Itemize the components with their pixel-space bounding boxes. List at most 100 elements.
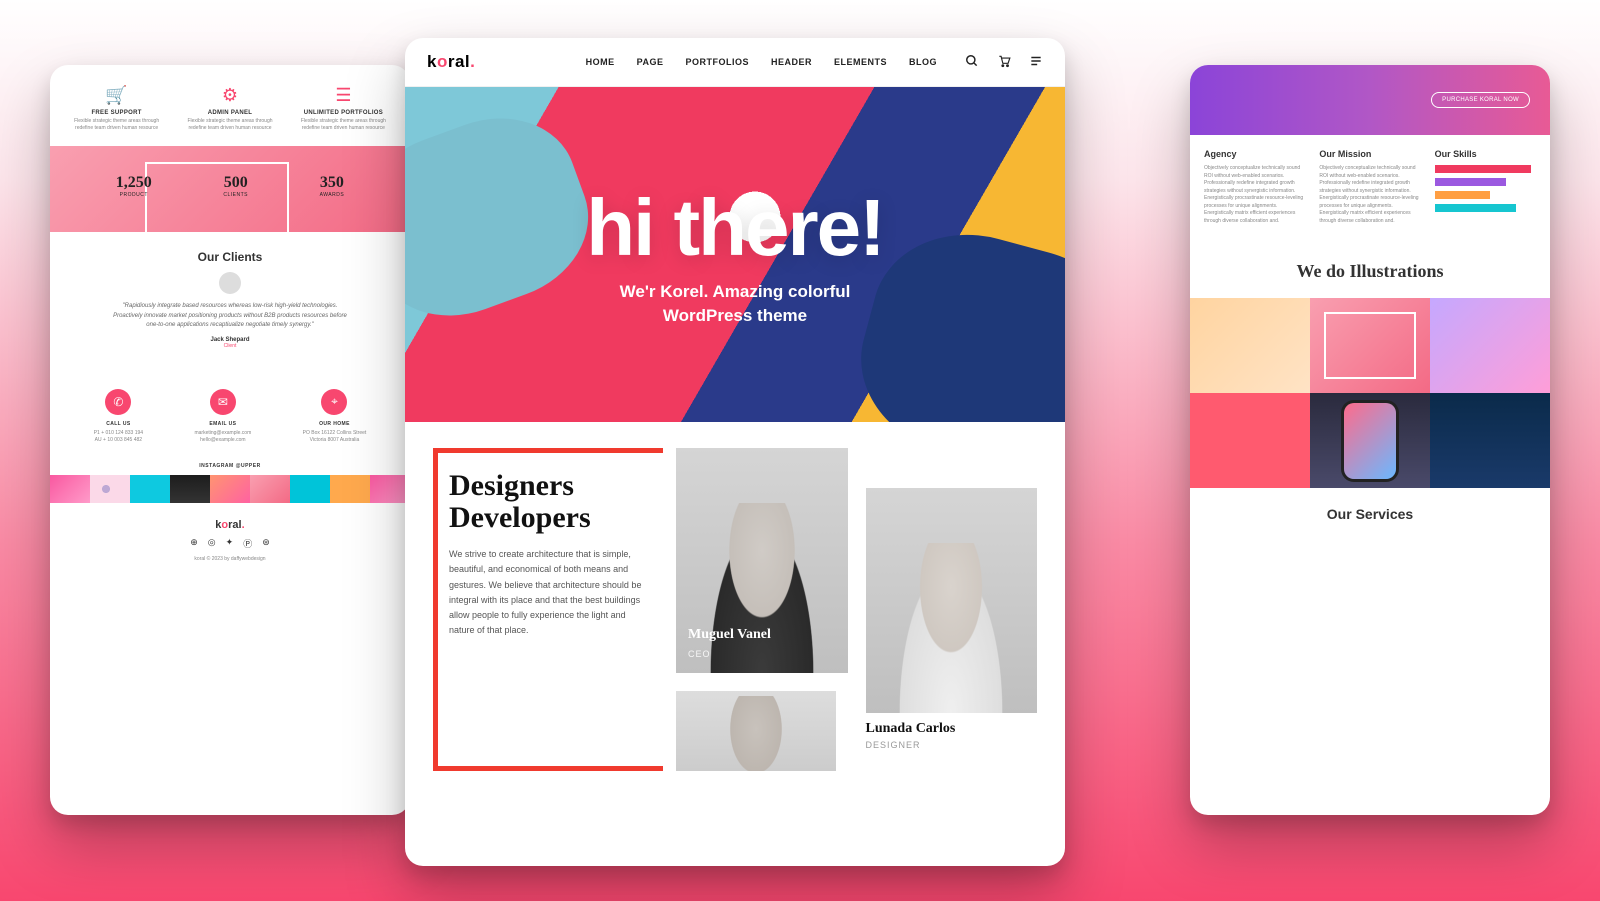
nav-home[interactable]: HOME xyxy=(586,57,615,67)
logo[interactable]: koral. xyxy=(427,52,475,72)
nav-links: HOME PAGE PORTFOLIOS HEADER ELEMENTS BLO… xyxy=(586,57,937,67)
cart-icon: 🛒 xyxy=(68,85,165,106)
facebook-icon[interactable]: ⊕ xyxy=(190,537,198,550)
stat-lbl: CLIENTS xyxy=(223,192,248,198)
search-icon[interactable] xyxy=(965,54,979,71)
stat-product: 1,250 PRODUCT xyxy=(116,174,152,198)
hero: hi there! We'r Korel. Amazing colorfulWo… xyxy=(405,87,1065,422)
person-role: DESIGNER xyxy=(866,740,1038,750)
nav-icons xyxy=(965,54,1043,71)
feature-admin: ⚙ ADMIN PANEL Flexible strategic theme a… xyxy=(181,85,278,132)
info-columns: Agency Objectively conceptualize technic… xyxy=(1190,135,1550,243)
client-quote: "Rapidiously integrate based resources w… xyxy=(109,302,352,331)
copyright: koral © 2023 by daffywebdesign xyxy=(68,556,392,562)
gear-icon: ⚙ xyxy=(181,85,278,106)
instagram-label: INSTAGRAM @UPPER xyxy=(68,463,392,469)
skill-dev xyxy=(1435,165,1536,173)
menu-icon[interactable] xyxy=(1029,54,1043,71)
col-heading: Agency xyxy=(1204,149,1305,159)
person-miguel[interactable]: Muguel Vanel CEO xyxy=(676,448,848,673)
feature-title: ADMIN PANEL xyxy=(181,110,278,116)
center-preview-card: koral. HOME PAGE PORTFOLIOS HEADER ELEME… xyxy=(405,38,1065,866)
person-name: Muguel Vanel xyxy=(688,627,771,643)
client-role: Client xyxy=(68,343,392,349)
contact-row: ✆ CALL US P1 + 010 124 833 194AU + 10 00… xyxy=(68,389,392,445)
feature-title: UNLIMITED PORTFOLIOS xyxy=(295,110,392,116)
nav-elements[interactable]: ELEMENTS xyxy=(834,57,887,67)
hero-title: hi there! xyxy=(586,182,884,274)
col-text: Objectively conceptualize technically so… xyxy=(1319,165,1420,225)
illustrations-grid xyxy=(1190,298,1550,488)
illus-tile[interactable] xyxy=(1190,393,1310,488)
illus-tile[interactable] xyxy=(1430,298,1550,393)
illus-tile[interactable] xyxy=(1430,393,1550,488)
person-name: Lunada Carlos xyxy=(866,721,1038,737)
team-col-2: Lunada Carlos DESIGNER xyxy=(866,448,1038,771)
stat-lbl: PRODUCT xyxy=(116,192,152,198)
contact-text: PO Box 16122 Collins StreetVictoria 8007… xyxy=(303,430,367,445)
right-preview-card: PURCHASE KORAL NOW Agency Objectively co… xyxy=(1190,65,1550,815)
intro-block: DesignersDevelopers We strive to create … xyxy=(433,448,658,771)
skill-marketing xyxy=(1435,191,1536,199)
footer-logo: koral. xyxy=(68,519,392,531)
skill-consulting xyxy=(1435,204,1536,212)
purchase-banner: PURCHASE KORAL NOW xyxy=(1190,65,1550,135)
person-role: CEO xyxy=(688,649,711,659)
feature-portfolios: ☰ UNLIMITED PORTFOLIOS Flexible strategi… xyxy=(295,85,392,132)
twitter-icon[interactable]: ✦ xyxy=(226,537,234,550)
col-heading: Our Skills xyxy=(1435,149,1536,159)
purchase-button[interactable]: PURCHASE KORAL NOW xyxy=(1431,92,1530,108)
client-avatar xyxy=(219,272,241,294)
skill-design xyxy=(1435,178,1536,186)
nav-blog[interactable]: BLOG xyxy=(909,57,937,67)
feature-sub: Flexible strategic theme areas through r… xyxy=(295,118,392,132)
hero-subtitle: We'r Korel. Amazing colorfulWordPress th… xyxy=(620,280,851,328)
illus-tile[interactable] xyxy=(1310,393,1430,488)
stat-lbl: AWARDS xyxy=(320,192,345,198)
nav-page[interactable]: PAGE xyxy=(637,57,664,67)
instagram-icon[interactable]: ◎ xyxy=(208,537,216,550)
dribbble-icon[interactable]: ⊛ xyxy=(262,537,270,550)
contact-label: EMAIL US xyxy=(194,421,251,427)
contact-home: ⌖ OUR HOME PO Box 16122 Collins StreetVi… xyxy=(303,389,367,445)
feature-sub: Flexible strategic theme areas through r… xyxy=(68,118,165,132)
phone-icon: ✆ xyxy=(105,389,131,415)
pin-icon: ⌖ xyxy=(321,389,347,415)
team-section: DesignersDevelopers We strive to create … xyxy=(405,422,1065,797)
stat-num: 500 xyxy=(223,174,248,192)
services-heading: Our Services xyxy=(1190,506,1550,522)
contact-text: marketing@example.comhello@example.com xyxy=(194,430,251,445)
navbar: koral. HOME PAGE PORTFOLIOS HEADER ELEME… xyxy=(405,38,1065,87)
nav-header[interactable]: HEADER xyxy=(771,57,812,67)
pinterest-icon[interactable]: Ⓟ xyxy=(243,537,252,550)
contact-label: CALL US xyxy=(94,421,143,427)
feature-support: 🛒 FREE SUPPORT Flexible strategic theme … xyxy=(68,85,165,132)
nav-portfolios[interactable]: PORTFOLIOS xyxy=(685,57,749,67)
col-text: Objectively conceptualize technically so… xyxy=(1204,165,1305,225)
menu-icon: ☰ xyxy=(295,85,392,106)
person-partial xyxy=(676,691,836,771)
stat-num: 1,250 xyxy=(116,174,152,192)
team-col-1: Muguel Vanel CEO xyxy=(676,448,848,771)
clients-heading: Our Clients xyxy=(68,250,392,264)
person-lunada[interactable]: Lunada Carlos DESIGNER xyxy=(866,448,1038,750)
stat-clients: 500 CLIENTS xyxy=(223,174,248,198)
contact-email: ✉ EMAIL US marketing@example.comhello@ex… xyxy=(194,389,251,445)
stat-awards: 350 AWARDS xyxy=(320,174,345,198)
illus-tile[interactable] xyxy=(1190,298,1310,393)
left-preview-card: 🛒 FREE SUPPORT Flexible strategic theme … xyxy=(50,65,410,815)
cart-icon[interactable] xyxy=(997,54,1011,71)
contact-call: ✆ CALL US P1 + 010 124 833 194AU + 10 00… xyxy=(94,389,143,445)
social-row: ⊕ ◎ ✦ Ⓟ ⊛ xyxy=(68,537,392,550)
intro-heading: DesignersDevelopers xyxy=(449,470,642,533)
col-agency: Agency Objectively conceptualize technic… xyxy=(1204,149,1305,225)
contact-text: P1 + 010 124 833 194AU + 10 003 845 482 xyxy=(94,430,143,445)
feature-title: FREE SUPPORT xyxy=(68,110,165,116)
illus-tile[interactable] xyxy=(1310,298,1430,393)
col-skills: Our Skills xyxy=(1435,149,1536,225)
stats-banner: 1,250 PRODUCT 500 CLIENTS 350 AWARDS xyxy=(50,146,410,232)
contact-label: OUR HOME xyxy=(303,421,367,427)
col-heading: Our Mission xyxy=(1319,149,1420,159)
col-mission: Our Mission Objectively conceptualize te… xyxy=(1319,149,1420,225)
mail-icon: ✉ xyxy=(210,389,236,415)
